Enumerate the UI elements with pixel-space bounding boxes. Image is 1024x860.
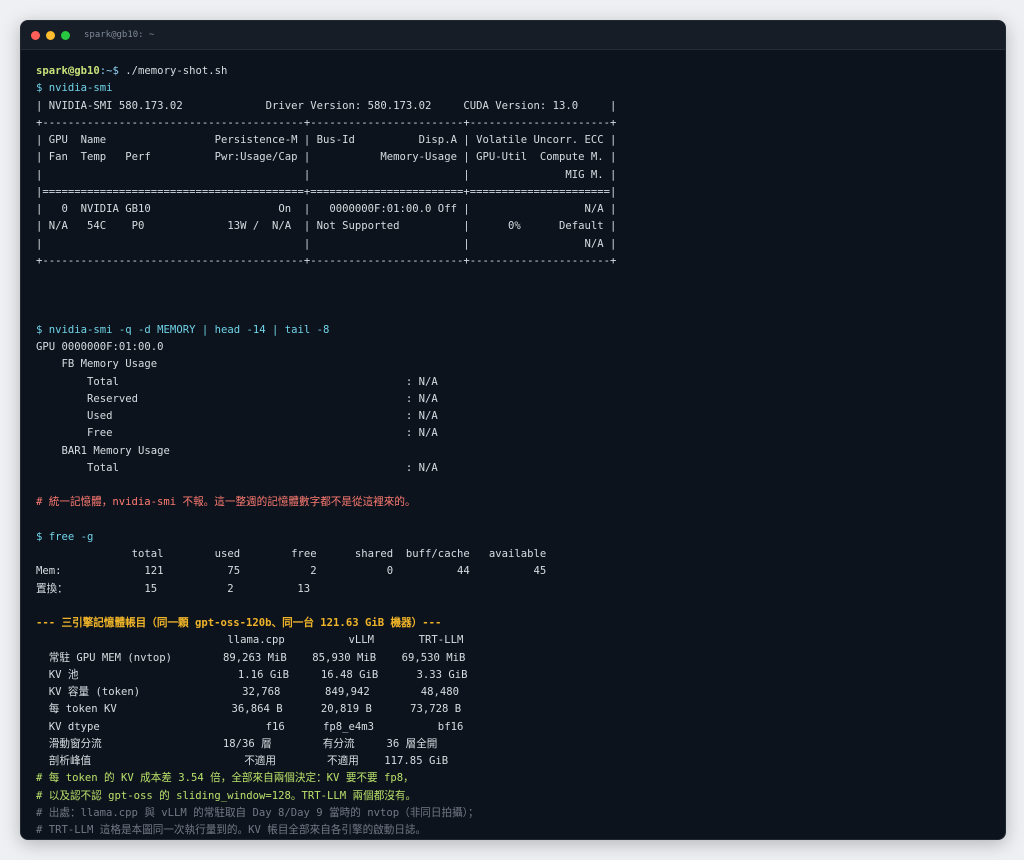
memory-query-line: BAR1 Memory Usage (36, 444, 170, 457)
nvidia-smi-line: | GPU Name Persistence-M | Bus-Id Disp.A… (36, 134, 617, 146)
free-line: Mem: 121 75 2 0 44 45 (36, 565, 547, 578)
conclusion-comments: # 每 token 的 KV 成本差 3.54 倍，全部來自兩個決定：KV 要不… (36, 770, 995, 805)
source-comments: # 出處：llama.cpp 與 vLLM 的常駐取自 Day 8/Day 9 … (36, 805, 995, 839)
nvidia-smi-line: | N/A 54C P0 13W / N/A | Not Supported |… (36, 220, 617, 233)
ledger-row: KV 容量 (token) 32,768 849,942 48,480 (36, 686, 459, 698)
nvidia-smi-line: | Fan Temp Perf Pwr:Usage/Cap | Memory-U… (36, 151, 617, 164)
prompt-command: ./memory-shot.sh (125, 65, 228, 77)
ledger-row: 每 token KV 36,864 B 20,819 B 73,728 B (36, 703, 462, 716)
ledger-row: 剖析峰值 不適用 不適用 117.85 GiB (36, 755, 449, 767)
memory-query-line: Reserved : N/A (36, 392, 438, 405)
memory-query-line: Free : N/A (36, 427, 438, 440)
source-line: # 出處：llama.cpp 與 vLLM 的常駐取自 Day 8/Day 9 … (36, 806, 479, 819)
unified-memory-note: # 統一記憶體，nvidia-smi 不報。這一整週的記憶體數字都不是從這裡來的… (36, 496, 416, 509)
free-line: total used free shared buff/cache availa… (36, 548, 547, 560)
conclusion-line: # 以及認不認 gpt-oss 的 sliding_window=128。TRT… (36, 789, 417, 802)
free-output: total used free shared buff/cache availa… (36, 546, 995, 598)
memory-query-output: GPU 0000000F:01:00.0 FB Memory Usage Tot… (36, 339, 995, 477)
prompt-line: spark@gb10:~$ ./memory-shot.sh (36, 63, 995, 80)
engine-ledger-table: llama.cpp vLLM TRT-LLM 常駐 GPU MEM (nvtop… (36, 632, 995, 770)
ledger-row: llama.cpp vLLM TRT-LLM (36, 634, 464, 647)
nvidia-smi-line: +---------------------------------------… (36, 116, 617, 129)
memory-query-line: Total : N/A (36, 461, 438, 474)
nvidia-smi-line: | | | N/A | (36, 237, 617, 250)
source-line: # TRT-LLM 這格是本圖同一次執行量到的。KV 帳目全部來自各引擎的啟動日… (36, 824, 427, 836)
nvidia-smi-line: +---------------------------------------… (36, 254, 617, 267)
nvidia-smi-line: | 0 NVIDIA GB10 On | 0000000F:01:00.0 Of… (36, 203, 617, 215)
nvidia-smi-line: | NVIDIA-SMI 580.173.02 Driver Version: … (36, 99, 617, 112)
nvidia-smi-line: | | | MIG M. | (36, 168, 617, 181)
maximize-button[interactable] (61, 30, 70, 40)
nvidia-smi-command: $ nvidia-smi (36, 82, 113, 95)
ledger-row: KV 池 1.16 GiB 16.48 GiB 3.33 GiB (36, 668, 468, 681)
terminal-window[interactable]: spark@gb10: ~ spark@gb10:~$ ./memory-sho… (20, 20, 1006, 840)
close-button[interactable] (31, 30, 40, 40)
nvidia-smi-line: |=======================================… (36, 185, 617, 198)
engine-ledger-title: --- 三引擎記憶體帳目（同一顆 gpt-oss-120b、同一台 121.63… (36, 617, 442, 629)
ledger-row: 滑動窗分流 18/36 層 有分流 36 層全開 (36, 737, 438, 750)
free-line: 置換： 15 2 13 (36, 582, 311, 595)
memory-query-command: $ nvidia-smi -q -d MEMORY | head -14 | t… (36, 323, 330, 336)
memory-query-line: Used : N/A (36, 410, 438, 422)
nvidia-smi-output: | NVIDIA-SMI 580.173.02 Driver Version: … (36, 98, 995, 271)
memory-query-line: Total : N/A (36, 375, 438, 388)
prompt-user-host: spark@gb10 (36, 65, 100, 77)
ledger-row: KV dtype f16 fp8_e4m3 bf16 (36, 720, 464, 733)
conclusion-line: # 每 token 的 KV 成本差 3.54 倍，全部來自兩個決定：KV 要不… (36, 772, 414, 785)
prompt-path: :~$ (99, 65, 126, 77)
memory-query-line: GPU 0000000F:01:00.0 (36, 341, 164, 353)
memory-query-line: FB Memory Usage (36, 358, 158, 371)
title-bar[interactable]: spark@gb10: ~ (21, 21, 1005, 50)
ledger-row: 常駐 GPU MEM (nvtop) 89,263 MiB 85,930 MiB… (36, 651, 466, 664)
minimize-button[interactable] (46, 30, 55, 40)
terminal-output[interactable]: spark@gb10:~$ ./memory-shot.sh $ nvidia-… (36, 63, 995, 839)
free-command: $ free -g (36, 530, 94, 543)
window-title: spark@gb10: ~ (84, 30, 155, 40)
